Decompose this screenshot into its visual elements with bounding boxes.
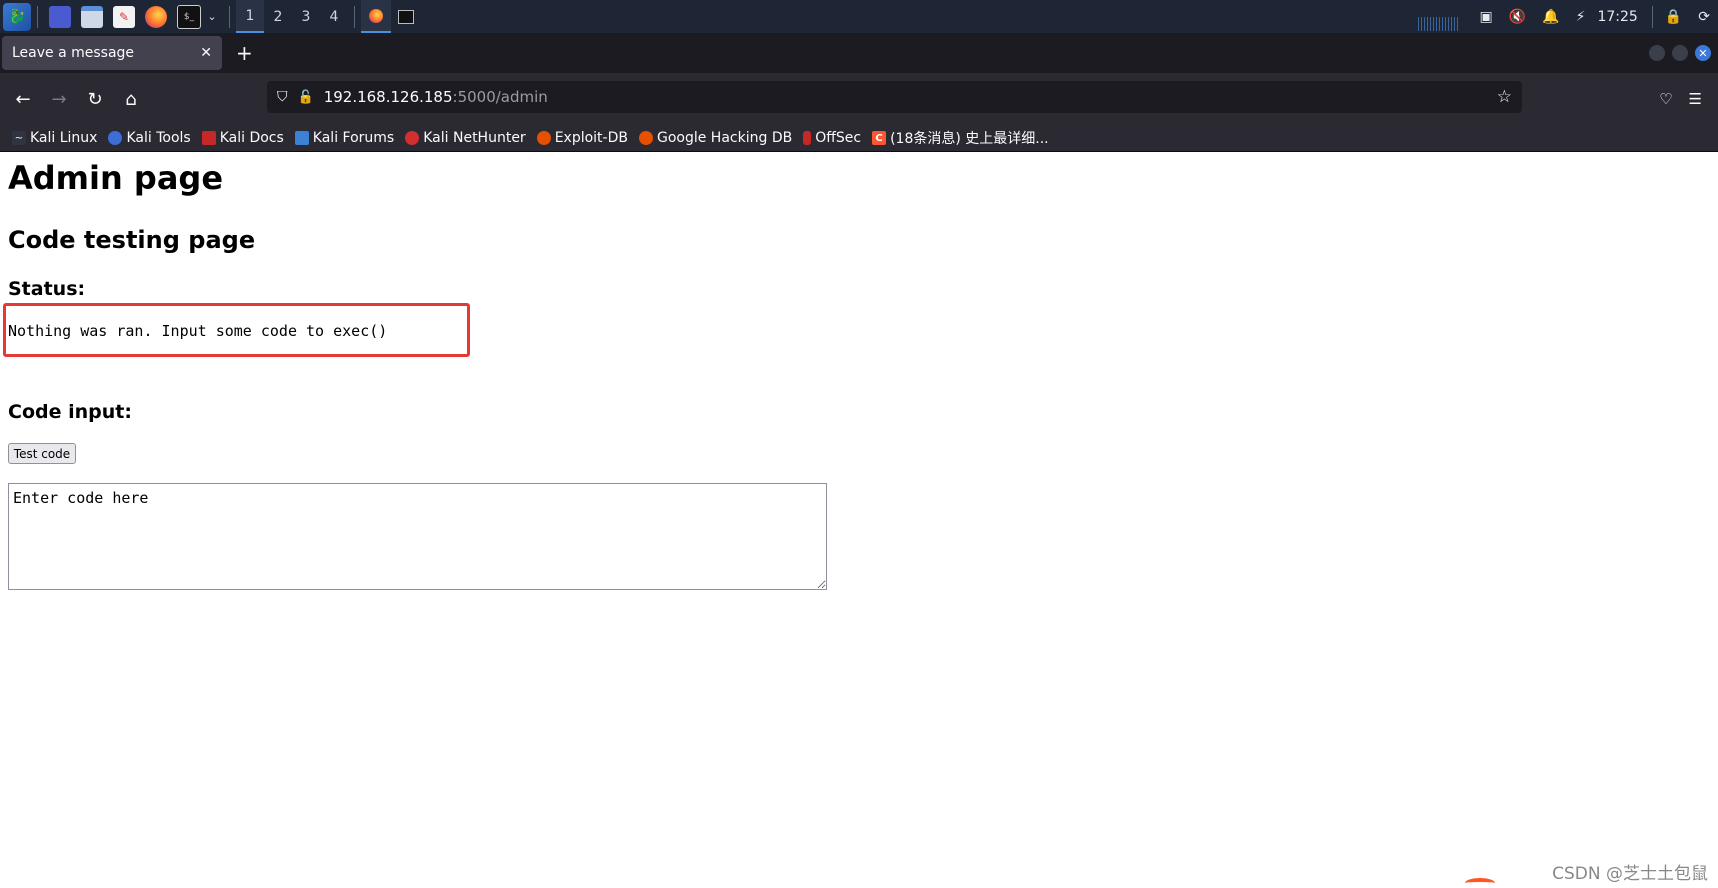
code-input-label: Code input: — [8, 401, 132, 423]
panel-separator — [37, 5, 38, 28]
minimize-window-button[interactable] — [1649, 45, 1665, 61]
kali-forums-icon — [294, 131, 309, 145]
kali-menu-icon[interactable]: 🐉 — [3, 2, 31, 31]
bookmark-label: Kali Docs — [219, 130, 284, 146]
volume-muted-icon[interactable]: 🔇 — [1509, 9, 1526, 25]
csdn-icon: C — [872, 131, 887, 145]
chevron-down-icon[interactable]: ⌄ — [206, 6, 218, 28]
bookmarks-toolbar: ~ Kali Linux Kali Tools Kali Docs Kali Fo… — [0, 125, 1718, 152]
status-label: Status: — [8, 278, 86, 300]
notification-bell-icon[interactable]: 🔔 — [1542, 9, 1559, 25]
url-bar[interactable]: ⛉ 🔓 192.168.126.185:5000/admin ☆ — [267, 81, 1522, 113]
bookmark-kali-forums[interactable]: Kali Forums — [294, 130, 395, 146]
corner-decoration — [1465, 878, 1495, 888]
kali-docs-icon — [201, 131, 216, 145]
text-editor-icon[interactable]: ✎ — [113, 5, 135, 28]
kali-tools-icon — [108, 131, 123, 145]
bookmark-kali-docs[interactable]: Kali Docs — [201, 130, 284, 146]
url-path: :5000/admin — [452, 88, 548, 106]
panel-separator — [229, 5, 230, 28]
panel-separator — [354, 5, 355, 28]
bookmark-kali-linux[interactable]: ~ Kali Linux — [12, 130, 97, 146]
tab-strip: Leave a message ✕ + ✕ — [0, 33, 1718, 73]
url-text[interactable]: 192.168.126.185:5000/admin — [324, 88, 548, 106]
exploit-db-icon — [536, 131, 551, 145]
power-icon[interactable]: ⚡ — [1576, 9, 1586, 25]
bookmark-label: Exploit-DB — [554, 130, 628, 146]
tab-leave-a-message[interactable]: Leave a message ✕ — [2, 36, 222, 70]
close-tab-icon[interactable]: ✕ — [200, 45, 212, 61]
close-window-button[interactable]: ✕ — [1695, 45, 1711, 61]
bookmark-label: Google Hacking DB — [656, 130, 793, 146]
maximize-window-button[interactable] — [1672, 45, 1688, 61]
new-tab-icon[interactable]: + — [236, 41, 253, 65]
pocket-icon[interactable]: ♡ — [1659, 90, 1672, 108]
test-code-button[interactable]: Test code — [8, 443, 76, 464]
home-icon[interactable]: ⌂ — [113, 81, 149, 117]
bookmark-kali-tools[interactable]: Kali Tools — [108, 130, 191, 146]
bookmark-label: Kali Linux — [30, 130, 98, 146]
bookmark-exploit-db[interactable]: Exploit-DB — [536, 130, 628, 146]
navigation-toolbar: ← → ↻ ⌂ ⛉ 🔓 192.168.126.185:5000/admin ☆… — [0, 73, 1718, 125]
cpu-graph — [1417, 17, 1458, 31]
back-arrow-icon[interactable]: ← — [5, 81, 41, 117]
logout-icon[interactable]: ⟳ — [1698, 9, 1710, 25]
bookmark-star-icon[interactable]: ☆ — [1497, 87, 1512, 107]
terminal-launcher-icon[interactable]: $_ — [177, 4, 201, 29]
bookmark-kali-nethunter[interactable]: Kali NetHunter — [405, 130, 526, 146]
hamburger-menu-icon[interactable]: ☰ — [1689, 90, 1702, 108]
bookmark-label: Kali Tools — [126, 130, 191, 146]
page-title: Admin page — [8, 159, 224, 197]
bookmark-csdn[interactable]: C (18条消息) 史上最详细... — [872, 128, 1049, 148]
bookmark-google-hacking-db[interactable]: Google Hacking DB — [638, 130, 793, 146]
clock[interactable]: 17:25 — [1597, 9, 1637, 25]
workspace-1[interactable]: 1 — [236, 0, 264, 33]
terminal-icon — [398, 9, 414, 24]
status-text: Nothing was ran. Input some code to exec… — [8, 322, 388, 340]
firefox-launcher-icon[interactable] — [145, 5, 167, 28]
bookmark-label: Kali NetHunter — [423, 130, 526, 146]
offsec-icon — [803, 131, 812, 145]
watermark: CSDN @芝士土包鼠 — [1552, 864, 1708, 884]
bookmark-label: Kali Forums — [312, 130, 395, 146]
workspace-4[interactable]: 4 — [320, 0, 348, 33]
code-input-textarea[interactable]: Enter code here — [8, 483, 827, 590]
page-subtitle: Code testing page — [8, 226, 256, 254]
show-desktop-icon[interactable] — [49, 5, 71, 28]
firefox-icon — [369, 8, 383, 23]
taskbar-terminal[interactable] — [391, 0, 421, 33]
workspace-3[interactable]: 3 — [292, 0, 320, 33]
ghdb-icon — [638, 131, 653, 145]
bookmark-label: OffSec — [815, 130, 862, 146]
kali-dragon-icon: ~ — [12, 131, 26, 145]
insecure-lock-icon[interactable]: 🔓 — [298, 90, 314, 105]
tab-title: Leave a message — [12, 45, 135, 61]
lock-icon[interactable]: 🔒 — [1665, 9, 1682, 25]
bookmark-offsec[interactable]: OffSec — [803, 130, 861, 146]
display-icon[interactable]: ▣ — [1480, 9, 1493, 25]
taskbar-firefox[interactable] — [361, 0, 391, 33]
url-host: 192.168.126.185 — [323, 88, 453, 106]
shield-icon[interactable]: ⛉ — [277, 89, 288, 105]
panel-separator — [1651, 5, 1653, 28]
bookmark-label: (18条消息) 史上最详细... — [890, 131, 1049, 147]
desktop-panel: 🐉 ✎ $_ ⌄ 1 2 3 4 ▣ 🔇 🔔 ⚡ 17:25 🔒 ⟳ — [0, 0, 1718, 33]
workspace-2[interactable]: 2 — [264, 0, 292, 33]
page-content: Admin page Code testing page Status: Not… — [0, 152, 1718, 888]
reload-icon[interactable]: ↻ — [77, 81, 113, 117]
file-manager-icon[interactable] — [81, 5, 103, 28]
forward-arrow-icon[interactable]: → — [41, 81, 77, 117]
nethunter-icon — [405, 131, 420, 145]
